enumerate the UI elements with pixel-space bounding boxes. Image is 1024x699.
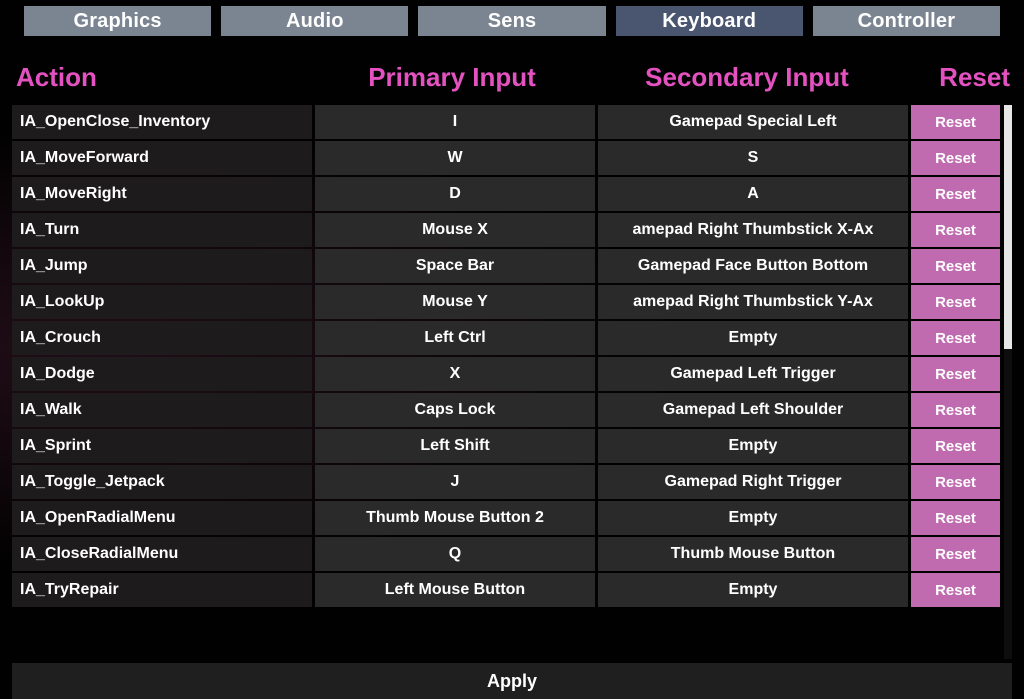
apply-button[interactable]: Apply — [12, 663, 1012, 699]
binding-row: IA_OpenRadialMenuThumb Mouse Button 2Emp… — [12, 501, 1000, 535]
header-primary: Primary Input — [312, 62, 592, 93]
secondary-input[interactable]: Gamepad Face Button Bottom — [598, 249, 908, 283]
primary-input[interactable]: Thumb Mouse Button 2 — [315, 501, 595, 535]
secondary-input[interactable]: Gamepad Left Shoulder — [598, 393, 908, 427]
reset-button[interactable]: Reset — [911, 249, 1000, 283]
scrollbar[interactable] — [1004, 105, 1012, 659]
primary-input[interactable]: X — [315, 357, 595, 391]
tab-sens[interactable]: Sens — [418, 6, 605, 36]
binding-action-label: IA_Sprint — [12, 429, 312, 463]
reset-button[interactable]: Reset — [911, 573, 1000, 607]
binding-action-label: IA_Crouch — [12, 321, 312, 355]
scrollbar-thumb[interactable] — [1004, 105, 1012, 349]
binding-action-label: IA_Turn — [12, 213, 312, 247]
binding-row: IA_CloseRadialMenuQThumb Mouse ButtonRes… — [12, 537, 1000, 571]
binding-row: IA_CrouchLeft CtrlEmptyReset — [12, 321, 1000, 355]
reset-button[interactable]: Reset — [911, 177, 1000, 211]
binding-action-label: IA_TryRepair — [12, 573, 312, 607]
reset-button[interactable]: Reset — [911, 429, 1000, 463]
primary-input[interactable]: W — [315, 141, 595, 175]
tab-graphics[interactable]: Graphics — [24, 6, 211, 36]
binding-row: IA_MoveForwardWSReset — [12, 141, 1000, 175]
bindings-list: IA_OpenClose_InventoryIGamepad Special L… — [12, 105, 1000, 659]
reset-button[interactable]: Reset — [911, 357, 1000, 391]
binding-row: IA_OpenClose_InventoryIGamepad Special L… — [12, 105, 1000, 139]
header-reset: Reset — [902, 62, 1012, 93]
binding-action-label: IA_LookUp — [12, 285, 312, 319]
primary-input[interactable]: Mouse X — [315, 213, 595, 247]
binding-action-label: IA_MoveRight — [12, 177, 312, 211]
secondary-input[interactable]: Thumb Mouse Button — [598, 537, 908, 571]
reset-button[interactable]: Reset — [911, 285, 1000, 319]
binding-action-label: IA_Toggle_Jetpack — [12, 465, 312, 499]
reset-button[interactable]: Reset — [911, 213, 1000, 247]
column-headers: Action Primary Input Secondary Input Res… — [12, 44, 1012, 105]
binding-action-label: IA_Dodge — [12, 357, 312, 391]
header-secondary: Secondary Input — [592, 62, 902, 93]
secondary-input[interactable]: Empty — [598, 429, 908, 463]
secondary-input[interactable]: Gamepad Left Trigger — [598, 357, 908, 391]
primary-input[interactable]: Left Shift — [315, 429, 595, 463]
header-action: Action — [12, 62, 312, 93]
secondary-input[interactable]: Empty — [598, 573, 908, 607]
reset-button[interactable]: Reset — [911, 141, 1000, 175]
binding-action-label: IA_CloseRadialMenu — [12, 537, 312, 571]
secondary-input[interactable]: amepad Right Thumbstick Y-Ax — [598, 285, 908, 319]
reset-button[interactable]: Reset — [911, 105, 1000, 139]
primary-input[interactable]: D — [315, 177, 595, 211]
settings-tabs: Graphics Audio Sens Keyboard Controller — [12, 6, 1012, 44]
primary-input[interactable]: Caps Lock — [315, 393, 595, 427]
binding-row: IA_TurnMouse Xamepad Right Thumbstick X-… — [12, 213, 1000, 247]
primary-input[interactable]: Q — [315, 537, 595, 571]
primary-input[interactable]: J — [315, 465, 595, 499]
primary-input[interactable]: Left Mouse Button — [315, 573, 595, 607]
secondary-input[interactable]: A — [598, 177, 908, 211]
secondary-input[interactable]: Gamepad Special Left — [598, 105, 908, 139]
secondary-input[interactable]: Empty — [598, 321, 908, 355]
reset-button[interactable]: Reset — [911, 393, 1000, 427]
reset-button[interactable]: Reset — [911, 501, 1000, 535]
binding-row: IA_SprintLeft ShiftEmptyReset — [12, 429, 1000, 463]
reset-button[interactable]: Reset — [911, 537, 1000, 571]
binding-row: IA_JumpSpace BarGamepad Face Button Bott… — [12, 249, 1000, 283]
tab-keyboard[interactable]: Keyboard — [616, 6, 803, 36]
binding-action-label: IA_Jump — [12, 249, 312, 283]
secondary-input[interactable]: Empty — [598, 501, 908, 535]
binding-row: IA_WalkCaps LockGamepad Left ShoulderRes… — [12, 393, 1000, 427]
secondary-input[interactable]: Gamepad Right Trigger — [598, 465, 908, 499]
binding-action-label: IA_OpenRadialMenu — [12, 501, 312, 535]
secondary-input[interactable]: amepad Right Thumbstick X-Ax — [598, 213, 908, 247]
binding-action-label: IA_OpenClose_Inventory — [12, 105, 312, 139]
tab-audio[interactable]: Audio — [221, 6, 408, 36]
reset-button[interactable]: Reset — [911, 465, 1000, 499]
primary-input[interactable]: I — [315, 105, 595, 139]
binding-row: IA_MoveRightDAReset — [12, 177, 1000, 211]
tab-controller[interactable]: Controller — [813, 6, 1000, 36]
binding-row: IA_LookUpMouse Yamepad Right Thumbstick … — [12, 285, 1000, 319]
binding-row: IA_Toggle_JetpackJGamepad Right TriggerR… — [12, 465, 1000, 499]
binding-action-label: IA_MoveForward — [12, 141, 312, 175]
primary-input[interactable]: Space Bar — [315, 249, 595, 283]
binding-row: IA_TryRepairLeft Mouse ButtonEmptyReset — [12, 573, 1000, 607]
primary-input[interactable]: Left Ctrl — [315, 321, 595, 355]
binding-action-label: IA_Walk — [12, 393, 312, 427]
secondary-input[interactable]: S — [598, 141, 908, 175]
primary-input[interactable]: Mouse Y — [315, 285, 595, 319]
binding-row: IA_DodgeXGamepad Left TriggerReset — [12, 357, 1000, 391]
reset-button[interactable]: Reset — [911, 321, 1000, 355]
